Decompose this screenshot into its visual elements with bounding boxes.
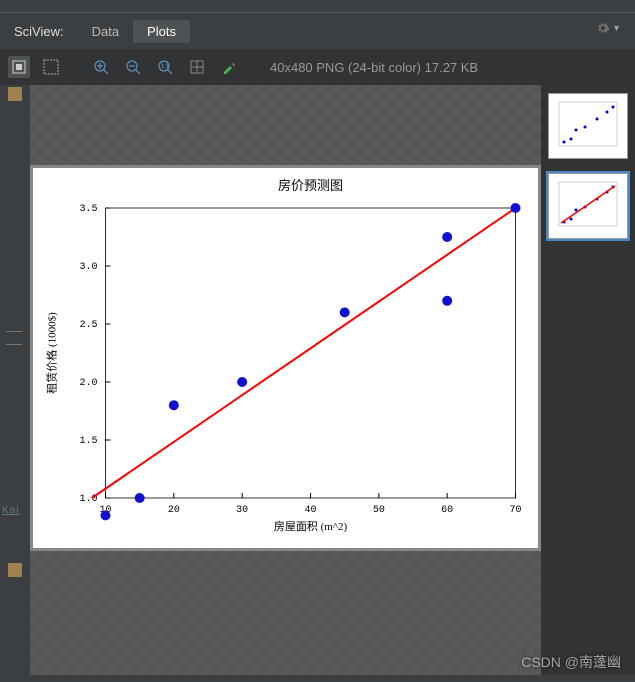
fit-to-window-button[interactable] (8, 56, 30, 78)
svg-text:1:1: 1:1 (161, 64, 170, 70)
grid-toggle-button[interactable] (186, 56, 208, 78)
settings-gear-icon[interactable]: ▼ (596, 21, 621, 35)
svg-text:房价预测图: 房价预测图 (278, 178, 343, 193)
zoom-out-button[interactable] (122, 56, 144, 78)
svg-text:60: 60 (441, 505, 453, 516)
viewer-bg-top (30, 85, 541, 165)
main-row: Kai 房价预测图102030405060701.01.52.02.53.03.… (0, 85, 635, 675)
actual-size-button[interactable] (40, 56, 62, 78)
svg-text:40: 40 (304, 505, 316, 516)
watermark-text: CSDN @南蓬幽 (521, 652, 621, 672)
svg-text:30: 30 (236, 505, 248, 516)
svg-text:3.5: 3.5 (79, 204, 97, 215)
gutter-kai-label: Kai (2, 505, 19, 516)
main-plot[interactable]: 房价预测图102030405060701.01.52.02.53.03.5房屋面… (30, 165, 541, 551)
image-info-text: 40x480 PNG (24-bit color) 17.27 KB (270, 60, 478, 75)
window-top-strip (0, 0, 635, 13)
plot-thumbnails (541, 85, 635, 675)
svg-text:1.5: 1.5 (79, 436, 97, 447)
tab-plots[interactable]: Plots (133, 20, 190, 43)
gutter-mark-icon (8, 563, 22, 577)
svg-text:2.5: 2.5 (79, 320, 97, 331)
editor-gutter: Kai (0, 85, 30, 675)
zoom-in-button[interactable] (90, 56, 112, 78)
sciview-label: SciView: (0, 24, 78, 39)
svg-text:50: 50 (373, 505, 385, 516)
viewer-bg-bottom (30, 551, 541, 675)
svg-text:2.0: 2.0 (79, 378, 97, 389)
color-picker-button[interactable] (218, 56, 240, 78)
bottom-bar: ▼ (0, 675, 635, 682)
svg-text:租赁价格 (1000$): 租赁价格 (1000$) (45, 312, 59, 394)
image-toolbar: 1:1 40x480 PNG (24-bit color) 17.27 KB (0, 49, 635, 85)
tab-data[interactable]: Data (78, 20, 133, 43)
svg-text:房屋面积 (m^2): 房屋面积 (m^2) (274, 520, 348, 533)
svg-text:20: 20 (168, 505, 180, 516)
zoom-reset-button[interactable]: 1:1 (154, 56, 176, 78)
gutter-fold-icon (6, 331, 22, 345)
sciview-tabbar: SciView: Data Plots ▼ (0, 13, 635, 49)
chevron-down-icon: ▼ (612, 23, 621, 33)
svg-text:3.0: 3.0 (79, 262, 97, 273)
svg-text:70: 70 (509, 505, 521, 516)
thumbnail-1[interactable] (548, 93, 628, 159)
plot-viewer: 房价预测图102030405060701.01.52.02.53.03.5房屋面… (30, 85, 541, 675)
gutter-mark-icon (8, 87, 22, 101)
thumbnail-2[interactable] (548, 173, 628, 239)
